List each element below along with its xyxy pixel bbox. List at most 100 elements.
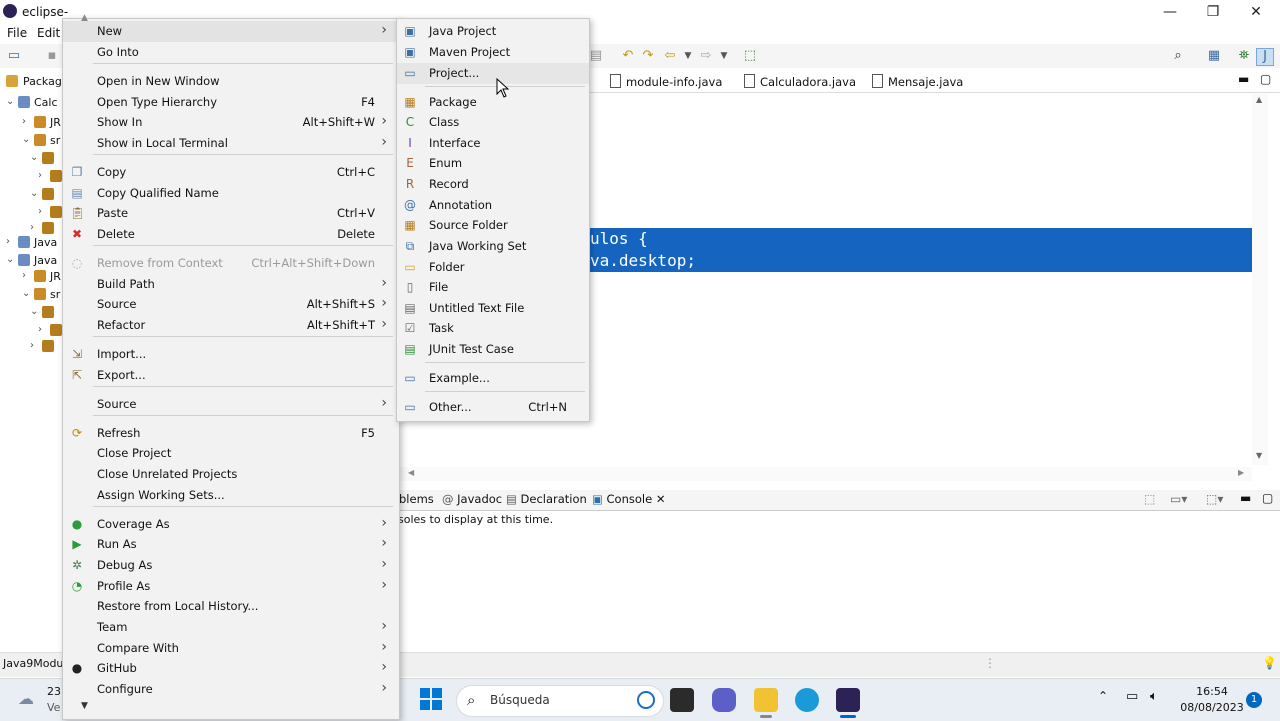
chevron-right-icon[interactable]: ›: [38, 324, 42, 335]
editor-vertical-scrollbar[interactable]: ▲ ▼: [1252, 93, 1268, 465]
chevron-right-icon[interactable]: ›: [38, 170, 42, 181]
submenu-item-folder[interactable]: ▭ Folder: [397, 257, 589, 278]
windows-start-icon[interactable]: [420, 688, 442, 710]
pin-editor-icon[interactable]: ⬚: [742, 48, 758, 64]
scroll-left-icon[interactable]: ◀: [408, 468, 414, 477]
explorer-tree-item[interactable]: ⌄ sr: [0, 286, 62, 304]
menu-edit[interactable]: Edit: [37, 26, 60, 40]
back-dropdown-icon[interactable]: ▼: [680, 48, 696, 64]
menu-item-copy[interactable]: ❐ Copy Ctrl+C: [63, 162, 399, 183]
menu-item-build-path[interactable]: Build Path ›: [63, 274, 399, 295]
code-line[interactable]: va.desktop;: [588, 250, 1253, 272]
chevron-right-icon[interactable]: ›: [30, 340, 34, 351]
explorer-tree-item[interactable]: ›: [0, 168, 62, 186]
menu-item-import[interactable]: ⇲ Import...: [63, 344, 399, 365]
teams-icon[interactable]: [712, 688, 736, 712]
bing-icon[interactable]: [637, 691, 655, 709]
save-icon[interactable]: ▪: [44, 48, 60, 64]
next-edit-location-icon[interactable]: ↷: [640, 48, 656, 64]
menu-item-source[interactable]: Source Alt+Shift+S ›: [63, 294, 399, 315]
chevron-right-icon[interactable]: ›: [22, 116, 26, 127]
menu-item-assign-working-sets[interactable]: Assign Working Sets...: [63, 485, 399, 506]
menu-item-open-in-new-window[interactable]: Open in New Window: [63, 71, 399, 92]
new-wizard-icon[interactable]: ▭: [6, 48, 22, 64]
submenu-item-java-working-set[interactable]: ⧉ Java Working Set: [397, 236, 589, 257]
perspective-java-ee-icon[interactable]: ⛯: [1236, 48, 1252, 64]
submenu-item-enum[interactable]: E Enum: [397, 153, 589, 174]
menu-item-github[interactable]: ● GitHub ›: [63, 658, 399, 679]
submenu-item-untitled-text-file[interactable]: ▤ Untitled Text File: [397, 298, 589, 319]
tip-bulb-icon[interactable]: 💡: [1262, 656, 1277, 670]
tab-problems[interactable]: blems: [399, 492, 434, 506]
tab-javadoc[interactable]: @ Javadoc: [442, 492, 502, 506]
menu-item-compare-with[interactable]: Compare With ›: [63, 638, 399, 659]
explorer-tree-item[interactable]: › JR: [0, 114, 62, 132]
chevron-down-icon[interactable]: ⌄: [22, 288, 30, 299]
open-perspective-icon[interactable]: ▦: [1206, 48, 1222, 64]
back-icon[interactable]: ⇦: [662, 48, 678, 64]
maximize-editor-icon[interactable]: ▢: [1260, 72, 1271, 86]
menu-file[interactable]: File: [7, 26, 27, 40]
submenu-item-interface[interactable]: I Interface: [397, 133, 589, 154]
chevron-down-icon[interactable]: ⌄: [30, 152, 38, 163]
show-hidden-icons-icon[interactable]: ⌃: [1098, 689, 1108, 703]
menu-item-restore-from-local-history[interactable]: Restore from Local History...: [63, 596, 399, 617]
code-editor[interactable]: ulos { va.desktop;: [588, 93, 1253, 465]
tab-console[interactable]: ▣ Console ✕: [592, 492, 665, 506]
menu-item-delete[interactable]: ✖ Delete Delete: [63, 224, 399, 245]
volume-icon[interactable]: 🔈︎: [1150, 689, 1158, 704]
submenu-item-other[interactable]: ▭ Other... Ctrl+N: [397, 397, 589, 418]
file-explorer-icon[interactable]: [754, 688, 778, 712]
close-window-button[interactable]: ✕: [1236, 2, 1276, 22]
chevron-down-icon[interactable]: ⌄: [6, 254, 14, 265]
menu-item-paste[interactable]: 📋︎ Paste Ctrl+V: [63, 203, 399, 224]
taskbar-search[interactable]: ⌕ Búsqueda: [456, 685, 664, 717]
menu-item-show-in[interactable]: Show In Alt+Shift+W ›: [63, 112, 399, 133]
submenu-item-package[interactable]: ▦ Package: [397, 92, 589, 113]
submenu-item-file[interactable]: ▯ File: [397, 277, 589, 298]
minimize-console-icon[interactable]: ▬: [1240, 491, 1251, 505]
edge-icon[interactable]: [795, 688, 819, 712]
tab-calculadora[interactable]: Calculadora.java: [744, 74, 856, 89]
maximize-button[interactable]: ❐: [1193, 2, 1233, 22]
toolbar-misc-icon[interactable]: ▤: [588, 48, 604, 64]
menu-item-export[interactable]: ⇱ Export...: [63, 365, 399, 386]
chevron-down-icon[interactable]: ⌄: [30, 306, 38, 317]
explorer-tree-item[interactable]: ⌄ Calc: [0, 94, 62, 112]
menu-item-copy-qualified-name[interactable]: ▤ Copy Qualified Name: [63, 183, 399, 204]
maximize-console-icon[interactable]: ▢: [1262, 491, 1273, 505]
weather-icon[interactable]: ☁: [18, 689, 34, 708]
task-view-icon[interactable]: [670, 688, 694, 712]
search-icon[interactable]: ⌕: [1170, 48, 1186, 64]
submenu-item-task[interactable]: ☑ Task: [397, 318, 589, 339]
submenu-item-record[interactable]: R Record: [397, 174, 589, 195]
explorer-tree-item[interactable]: ⌄ sr: [0, 132, 62, 150]
prev-edit-location-icon[interactable]: ↶: [620, 48, 636, 64]
menu-item-show-in-local-terminal[interactable]: Show in Local Terminal ›: [63, 133, 399, 154]
submenu-item-maven-project[interactable]: ▣ Maven Project: [397, 42, 589, 63]
editor-horizontal-scrollbar[interactable]: ◀ ▶: [398, 467, 1252, 481]
explorer-tree-item[interactable]: ⌄: [0, 150, 62, 168]
menu-item-configure[interactable]: Configure ›: [63, 679, 399, 700]
clock-date[interactable]: 08/08/2023: [1180, 701, 1244, 714]
menu-item-new[interactable]: New ›: [63, 21, 399, 42]
submenu-item-junit-test-case[interactable]: ▤ JUnit Test Case: [397, 339, 589, 360]
display-console-icon[interactable]: ▭▾: [1170, 492, 1187, 506]
menu-item-go-into[interactable]: Go Into: [63, 42, 399, 63]
weather-text[interactable]: Ve: [47, 701, 60, 714]
perspective-java-icon[interactable]: J: [1256, 48, 1274, 66]
menu-item-debug-as[interactable]: ✲ Debug As ›: [63, 555, 399, 576]
close-console-tab-icon[interactable]: ✕: [656, 492, 666, 506]
tab-mensaje[interactable]: Mensaje.java: [872, 74, 963, 89]
chevron-down-icon[interactable]: ⌄: [30, 188, 38, 199]
chevron-down-icon[interactable]: ⌄: [22, 134, 30, 145]
menu-item-profile-as[interactable]: ◔ Profile As ›: [63, 576, 399, 597]
scroll-right-icon[interactable]: ▶: [1238, 468, 1244, 477]
menu-item-run-as[interactable]: ▶ Run As ›: [63, 534, 399, 555]
pin-console-icon[interactable]: ⬚: [1144, 492, 1155, 506]
chevron-right-icon[interactable]: ›: [30, 222, 34, 233]
eclipse-taskbar-icon[interactable]: [836, 688, 860, 712]
menu-item-close-unrelated-projects[interactable]: Close Unrelated Projects: [63, 464, 399, 485]
chevron-right-icon[interactable]: ›: [38, 206, 42, 217]
menu-item-team[interactable]: Team ›: [63, 617, 399, 638]
